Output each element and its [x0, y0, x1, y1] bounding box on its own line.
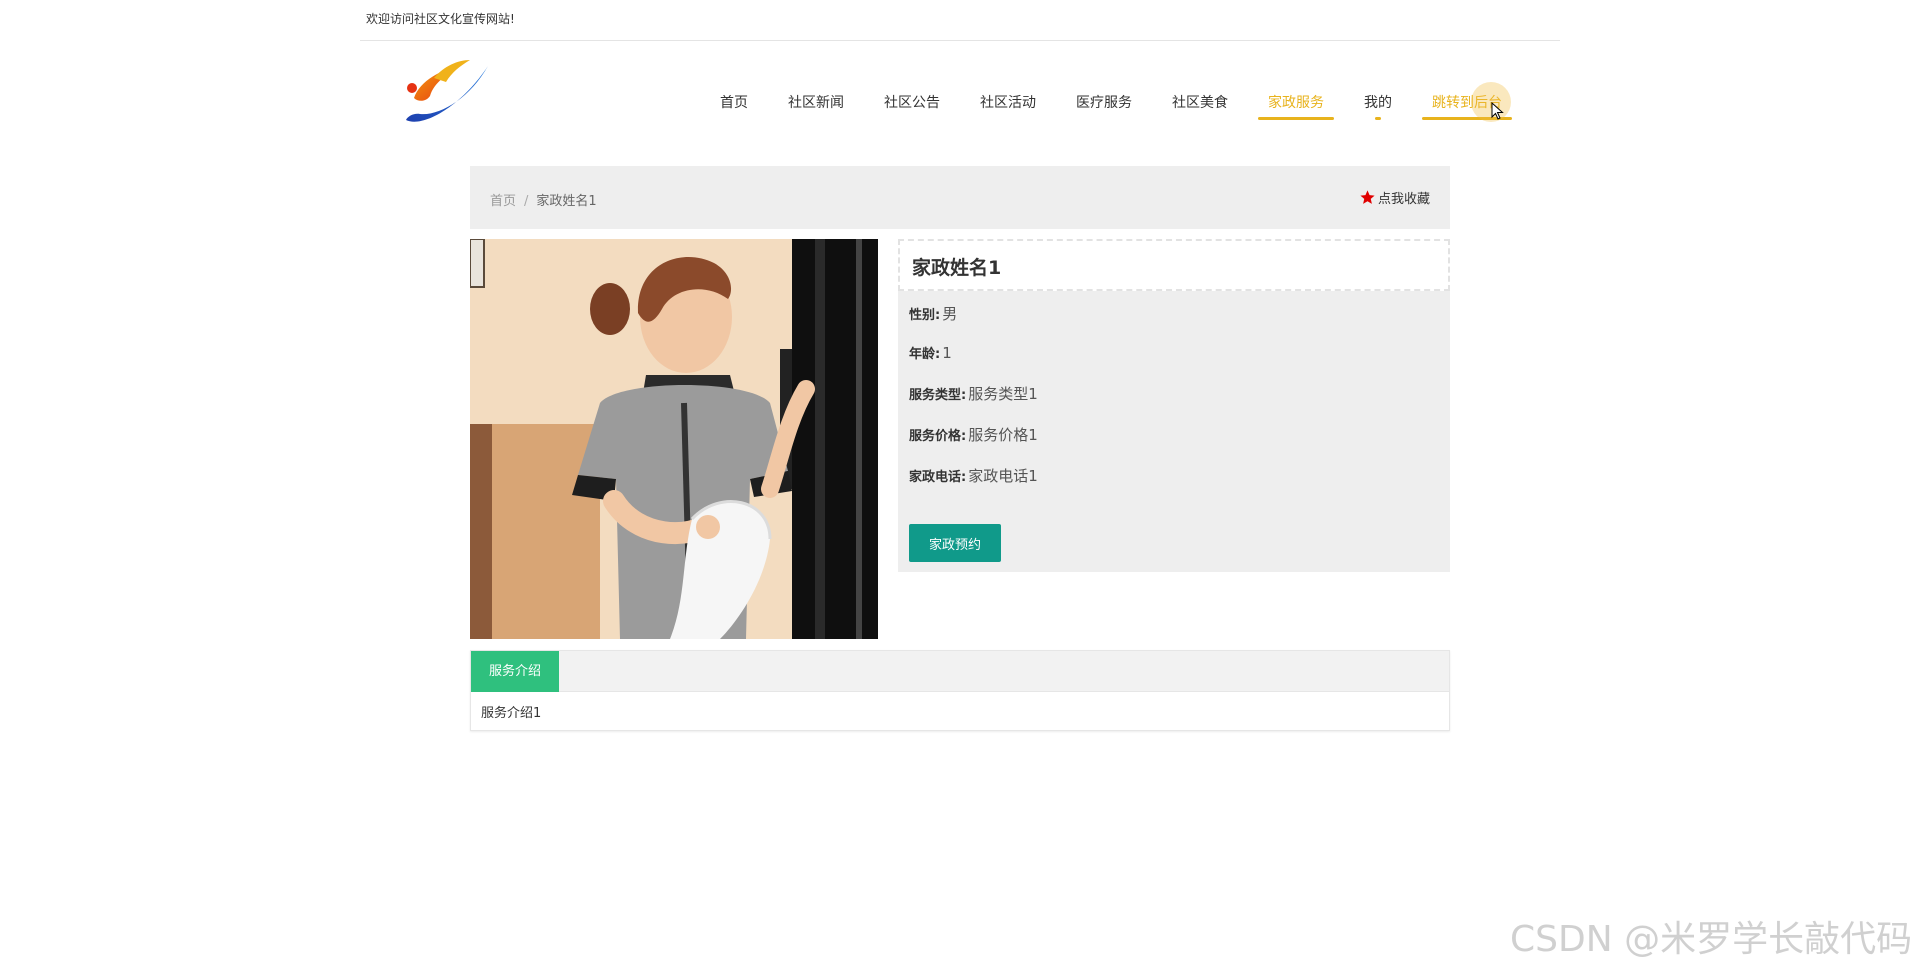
field-service-price: 服务价格: 服务价格1: [909, 424, 1038, 445]
detail-title: 家政姓名1: [898, 239, 1450, 291]
field-gender: 性别: 男: [909, 303, 957, 324]
star-icon: [1360, 190, 1375, 204]
mouse-cursor-icon: [1491, 102, 1504, 120]
detail-panel: 家政姓名1 性别: 男 年龄: 1 服务类型: 服务类型1 服务价格: 服务价格…: [898, 239, 1450, 572]
nav-item-community-news[interactable]: 社区新闻: [778, 80, 854, 120]
nav-item-home[interactable]: 首页: [710, 80, 758, 120]
breadcrumb-separator: /: [524, 194, 529, 209]
book-housekeeping-button[interactable]: 家政预约: [909, 524, 1001, 562]
favorite-button[interactable]: 点我收藏: [1359, 188, 1430, 207]
service-intro-panel: 服务介绍 服务介绍1: [470, 650, 1450, 731]
nav-item-housekeeping[interactable]: 家政服务: [1258, 80, 1334, 120]
tab-header: 服务介绍: [471, 651, 1449, 692]
site-logo[interactable]: [400, 58, 492, 130]
field-value: 服务类型1: [968, 385, 1038, 403]
housekeeper-image: [470, 239, 878, 639]
field-label: 服务价格:: [909, 429, 967, 444]
field-service-type: 服务类型: 服务类型1: [909, 383, 1038, 404]
welcome-text: 欢迎访问社区文化宣传网站!: [366, 12, 515, 26]
field-value: 1: [942, 344, 952, 362]
main-nav: 首页 社区新闻 社区公告 社区活动 医疗服务 社区美食 家政服务 我的 跳转到后…: [700, 80, 1522, 124]
nav-item-community-activity[interactable]: 社区活动: [970, 80, 1046, 120]
field-label: 家政电话:: [909, 470, 967, 485]
breadcrumb: 首页 / 家政姓名1: [490, 190, 597, 209]
breadcrumb-bar: 首页 / 家政姓名1 点我收藏: [470, 166, 1450, 229]
nav-item-mine[interactable]: 我的: [1354, 80, 1402, 120]
field-value: 家政电话1: [968, 467, 1038, 485]
field-label: 服务类型:: [909, 388, 967, 403]
breadcrumb-home[interactable]: 首页: [490, 194, 516, 209]
watermark-text: CSDN @米罗学长敲代码: [1510, 919, 1913, 960]
field-phone: 家政电话: 家政电话1: [909, 465, 1038, 486]
tab-content: 服务介绍1: [481, 706, 542, 721]
housekeeper-photo: [470, 239, 878, 639]
field-value: 服务价格1: [968, 426, 1038, 444]
logo-icon: [406, 60, 488, 122]
field-age: 年龄: 1: [909, 343, 952, 362]
top-bar: 欢迎访问社区文化宣传网站!: [360, 0, 1560, 41]
breadcrumb-current: 家政姓名1: [536, 194, 597, 209]
nav-item-medical-service[interactable]: 医疗服务: [1066, 80, 1142, 120]
nav-item-community-food[interactable]: 社区美食: [1162, 80, 1238, 120]
nav-item-community-notice[interactable]: 社区公告: [874, 80, 950, 120]
tab-service-intro[interactable]: 服务介绍: [471, 651, 560, 692]
favorite-label: 点我收藏: [1377, 192, 1430, 207]
field-label: 性别:: [909, 308, 941, 323]
field-value: 男: [942, 305, 958, 323]
field-label: 年龄:: [909, 347, 941, 362]
